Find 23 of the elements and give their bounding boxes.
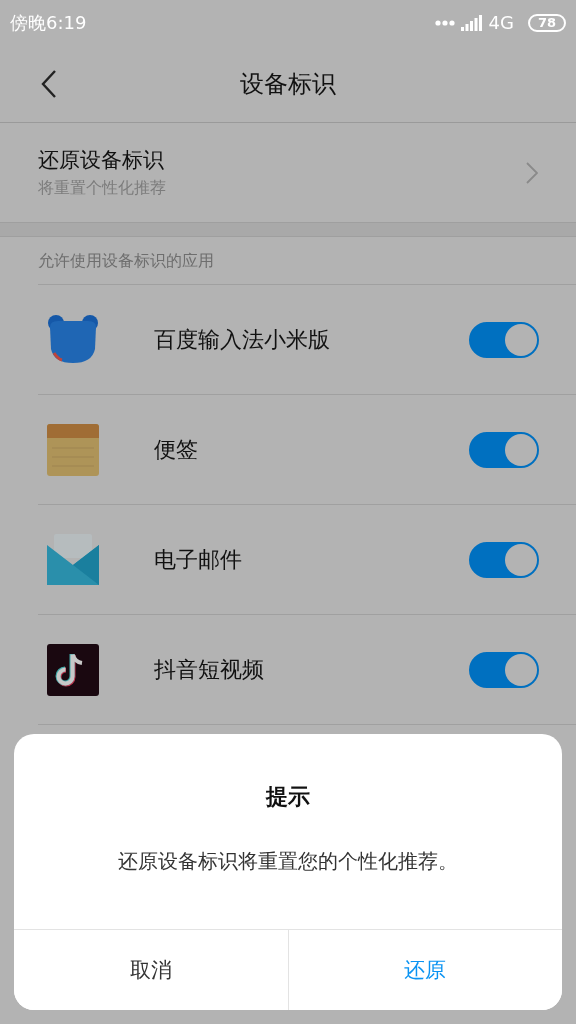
toggle-switch[interactable] — [469, 651, 539, 688]
network-type: 4G — [488, 12, 514, 33]
signal-icon — [460, 14, 483, 31]
app-name: 电子邮件 — [154, 545, 243, 574]
app-name: 抖音短视频 — [154, 655, 265, 684]
more-dots-icon — [434, 19, 455, 26]
section-title: 允许使用设备标识的应用 — [38, 237, 576, 285]
page-title: 设备标识 — [240, 68, 336, 100]
dialog-title: 提示 — [264, 783, 311, 811]
status-time: 傍晚6:19 — [10, 10, 87, 35]
toggle-switch[interactable] — [469, 431, 539, 468]
toggle-switch[interactable] — [469, 321, 539, 358]
app-name: 百度输入法小米版 — [154, 325, 331, 354]
music-note-icon — [46, 642, 100, 697]
chevron-icon — [526, 161, 538, 184]
reset-title: 还原设备标识 — [38, 147, 165, 174]
battery-indicator: 78 — [527, 13, 566, 32]
toggle-switch[interactable] — [469, 541, 539, 578]
envelope-icon — [46, 532, 100, 587]
app-name: 便签 — [154, 435, 199, 464]
notepad-icon — [46, 422, 100, 477]
back-icon[interactable] — [40, 68, 58, 99]
dialog-message: 还原设备标识将重置您的个性化推荐。 — [117, 848, 459, 875]
